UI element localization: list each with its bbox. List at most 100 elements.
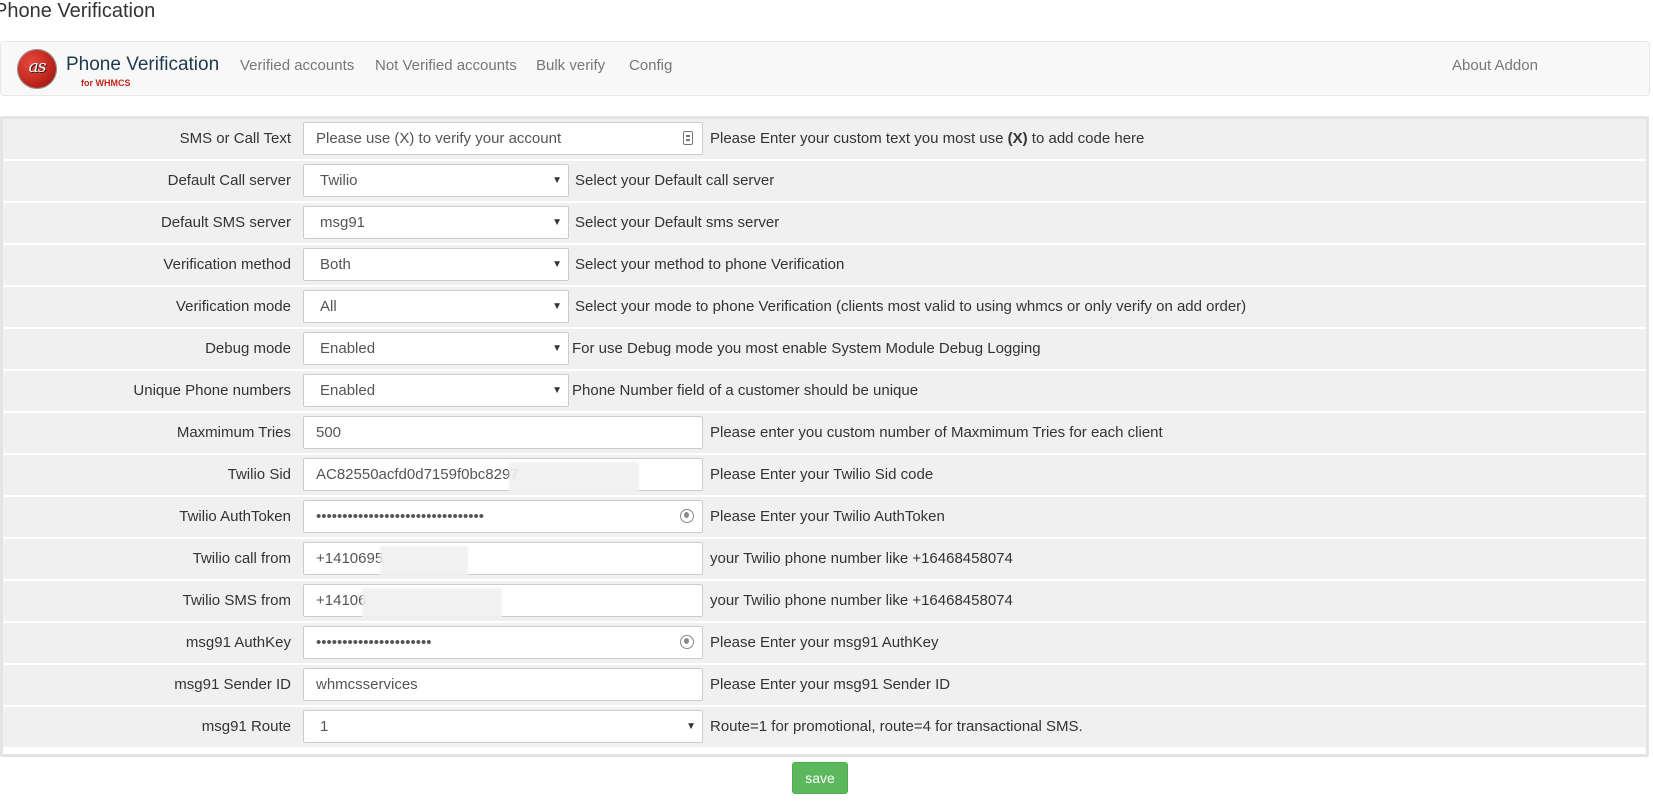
max-tries-input[interactable]: 500 [303,416,703,449]
field-label: msg91 Route [201,718,291,735]
text-template-icon [683,131,693,145]
row-sms-server: Default SMS server msg91 ▼ Select your D… [3,203,1646,245]
field-label: Debug mode [205,340,291,357]
unique-phone-select[interactable]: Enabled ▼ [303,374,569,407]
caret-down-icon: ▼ [552,385,562,396]
logo-icon: as [17,49,57,89]
redacted-blur [380,546,468,577]
help-text: Select your mode to phone Verification (… [575,298,1247,315]
row-twilio-authtoken: Twilio AuthToken •••••••••••••••••••••••… [3,497,1646,539]
row-debug-mode: Debug mode Enabled ▼ For use Debug mode … [3,329,1646,371]
row-sms-text: SMS or Call Text Please use (X) to verif… [3,119,1646,161]
help-text: Route=1 for promotional, route=4 for tra… [710,718,1083,735]
twilio-call-from-input[interactable]: +1410695 [303,542,703,577]
select-value: Enabled [320,382,376,399]
input-value: +1410695 [316,550,384,567]
help-bold: (X) [1007,130,1028,147]
help-text: Please Enter your msg91 Sender ID [710,676,951,693]
twilio-authtoken-input[interactable]: •••••••••••••••••••••••••••••••• [303,500,703,533]
help-text: Please enter you custom number of Maxmim… [710,424,1163,441]
row-msg91-authkey: msg91 AuthKey •••••••••••••••••••••• Ple… [3,623,1646,665]
nav-not-verified-accounts[interactable]: Not Verified accounts [375,57,517,74]
select-value: Both [320,256,351,273]
help-text: Please Enter your Twilio Sid code [710,466,934,483]
row-msg91-sender-id: msg91 Sender ID whmcsservices Please Ent… [3,665,1646,707]
help-text: Please Enter your custom text you most u… [710,130,1144,147]
verification-mode-select[interactable]: All ▼ [303,290,569,323]
caret-down-icon: ▼ [552,343,562,354]
row-twilio-call-from: Twilio call from +1410695 your Twilio ph… [3,539,1646,581]
help-post: to add code here [1027,130,1145,147]
row-msg91-route: msg91 Route 1 ▼ Route=1 for promotional,… [3,707,1646,749]
help-text: Please Enter your Twilio AuthToken [710,508,945,525]
field-label: Verification method [163,256,291,273]
caret-down-icon: ▼ [552,259,562,270]
nav-bulk-verify[interactable]: Bulk verify [536,57,605,74]
field-label: Unique Phone numbers [133,382,291,399]
help-text: For use Debug mode you most enable Syste… [572,340,1041,357]
redacted-blur [509,462,639,493]
input-value: Please use (X) to verify your account [316,130,562,147]
logo-text: as [28,57,47,77]
select-value: Twilio [320,172,358,189]
select-value: Enabled [320,340,376,357]
select-value: 1 [320,718,329,735]
help-text: your Twilio phone number like +164684580… [710,550,1013,567]
nav-config[interactable]: Config [629,57,672,74]
call-server-select[interactable]: Twilio ▼ [303,164,569,197]
brand-title: Phone Verification [66,54,220,75]
caret-down-icon: ▼ [686,721,696,732]
help-text: Select your method to phone Verification [575,256,845,273]
help-text: Please Enter your msg91 AuthKey [710,634,939,651]
show-password-icon[interactable] [680,509,694,523]
save-button[interactable]: save [792,762,848,794]
field-label: Maxmimum Tries [176,424,291,441]
row-verification-method: Verification method Both ▼ Select your m… [3,245,1646,287]
twilio-sid-input[interactable]: AC82550acfd0d7159f0bc8297 [303,458,703,493]
redacted-blur [362,588,502,619]
help-text: Select your Default call server [575,172,775,189]
caret-down-icon: ▼ [552,217,562,228]
input-value: •••••••••••••••••••••• [316,634,432,651]
row-max-tries: Maxmimum Tries 500 Please enter you cust… [3,413,1646,455]
input-value: whmcsservices [316,676,418,693]
msg91-authkey-input[interactable]: •••••••••••••••••••••• [303,626,703,659]
debug-mode-select[interactable]: Enabled ▼ [303,332,569,365]
config-form: SMS or Call Text Please use (X) to verif… [0,116,1649,757]
help-text: Phone Number field of a customer should … [572,382,919,399]
verification-method-select[interactable]: Both ▼ [303,248,569,281]
nav-about-addon[interactable]: About Addon [1452,57,1538,74]
field-label: Twilio call from [192,550,291,567]
twilio-sms-from-input[interactable]: +14106 [303,584,703,619]
row-unique-phone: Unique Phone numbers Enabled ▼ Phone Num… [3,371,1646,413]
field-label: Default Call server [167,172,291,189]
select-value: msg91 [320,214,366,231]
msg91-route-select[interactable]: 1 ▼ [303,710,703,743]
row-twilio-sid: Twilio Sid AC82550acfd0d7159f0bc8297 Ple… [3,455,1646,497]
field-label: msg91 Sender ID [174,676,291,693]
show-password-icon[interactable] [680,635,694,649]
brand-subtitle: for WHMCS [81,78,131,88]
field-label: Twilio SMS from [182,592,291,609]
navbar: as Phone Verification for WHMCS Verified… [0,41,1650,96]
sms-server-select[interactable]: msg91 ▼ [303,206,569,239]
input-value: 500 [316,424,342,441]
caret-down-icon: ▼ [552,301,562,312]
row-call-server: Default Call server Twilio ▼ Select your… [3,161,1646,203]
input-value: AC82550acfd0d7159f0bc8297 [316,466,519,483]
input-value: •••••••••••••••••••••••••••••••• [316,508,485,525]
help-text: Select your Default sms server [575,214,780,231]
select-value: All [320,298,337,315]
field-label: Verification mode [175,298,291,315]
field-label: msg91 AuthKey [185,634,291,651]
help-text: your Twilio phone number like +164684580… [710,592,1013,609]
help-pre: Please Enter your custom text you most u… [710,130,1008,147]
msg91-sender-id-input[interactable]: whmcsservices [303,668,703,701]
row-verification-mode: Verification mode All ▼ Select your mode… [3,287,1646,329]
field-label: Twilio Sid [227,466,291,483]
field-label: Default SMS server [160,214,291,231]
field-label: SMS or Call Text [179,130,291,147]
row-twilio-sms-from: Twilio SMS from +14106 your Twilio phone… [3,581,1646,623]
sms-text-input[interactable]: Please use (X) to verify your account [303,122,703,155]
nav-verified-accounts[interactable]: Verified accounts [240,57,354,74]
